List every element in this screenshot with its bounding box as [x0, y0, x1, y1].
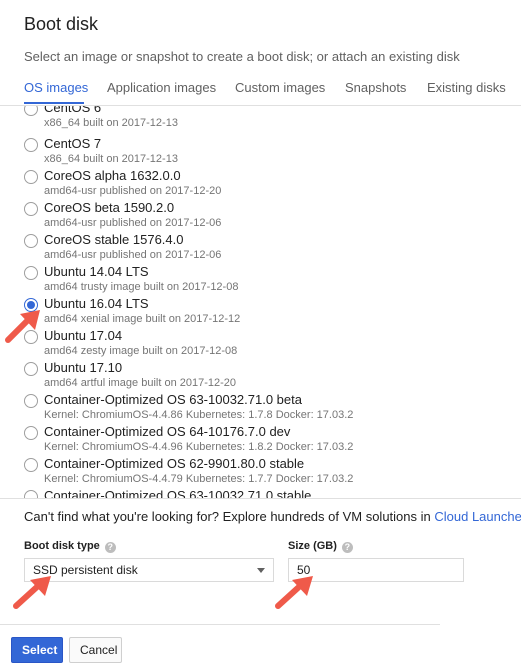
image-name: Container-Optimized OS 62-9901.80.0 stab… — [44, 456, 305, 471]
image-name: Ubuntu 14.04 LTS — [44, 264, 149, 279]
image-name: Container-Optimized OS 64-10176.7.0 dev — [44, 424, 291, 439]
launcher-hint: Can't find what you're looking for? Expl… — [24, 509, 521, 524]
radio-button[interactable] — [24, 138, 38, 152]
radio-button[interactable] — [24, 234, 38, 248]
list-item[interactable]: CentOS 7 x86_64 built on 2017-12-13 — [0, 136, 500, 168]
list-item[interactable]: Container-Optimized OS 62-9901.80.0 stab… — [0, 456, 500, 488]
list-item[interactable]: Container-Optimized OS 63-10032.71.0 bet… — [0, 392, 500, 424]
list-item[interactable]: Ubuntu 17.10 amd64 artful image built on… — [0, 360, 500, 392]
image-description: amd64 trusty image built on 2017-12-08 — [44, 281, 239, 293]
radio-button[interactable] — [24, 394, 38, 408]
annotation-arrow-icon — [5, 310, 40, 343]
list-divider — [0, 498, 521, 499]
help-icon[interactable]: ? — [341, 542, 353, 553]
active-tab-indicator — [24, 102, 84, 104]
size-gb-label-text: Size (GB) — [288, 540, 337, 552]
image-description: amd64 xenial image built on 2017-12-12 — [44, 313, 241, 325]
boot-disk-type-select[interactable]: SSD persistent disk — [24, 558, 274, 582]
image-description: x86_64 built on 2017-12-13 — [44, 153, 178, 165]
tab-snapshots[interactable]: Snapshots — [345, 80, 406, 95]
radio-button[interactable] — [24, 362, 38, 376]
image-name: Container-Optimized OS 63-10032.71.0 sta… — [44, 488, 312, 498]
list-item[interactable]: CoreOS beta 1590.2.0 amd64-usr published… — [0, 200, 500, 232]
radio-button[interactable] — [24, 202, 38, 216]
list-item[interactable]: CentOS 6 x86_64 built on 2017-12-13 — [0, 106, 500, 132]
image-description: Kernel: ChromiumOS-4.4.79 Kubernetes: 1.… — [44, 473, 354, 485]
image-name: Ubuntu 17.04 — [44, 328, 123, 343]
size-gb-label: Size (GB)? — [288, 540, 353, 553]
radio-button[interactable] — [24, 106, 38, 116]
radio-button[interactable] — [24, 426, 38, 440]
tab-os-images[interactable]: OS images — [24, 80, 88, 95]
image-name: Ubuntu 16.04 LTS — [44, 296, 149, 311]
tab-application-images[interactable]: Application images — [107, 80, 216, 95]
annotation-arrow-icon — [13, 576, 51, 609]
list-item[interactable]: Ubuntu 17.04 amd64 zesty image built on … — [0, 328, 500, 360]
image-name: Container-Optimized OS 63-10032.71.0 bet… — [44, 392, 302, 407]
tab-custom-images[interactable]: Custom images — [235, 80, 325, 95]
image-description: Kernel: ChromiumOS-4.4.86 Kubernetes: 1.… — [44, 409, 354, 421]
cancel-button[interactable]: Cancel — [69, 637, 122, 663]
list-item[interactable]: CoreOS alpha 1632.0.0 amd64-usr publishe… — [0, 168, 500, 200]
dropdown-arrow-icon — [257, 568, 265, 573]
image-source-tabs: OS images Application images Custom imag… — [0, 72, 521, 106]
radio-button[interactable] — [24, 490, 38, 498]
list-item[interactable]: Container-Optimized OS 63-10032.71.0 sta… — [0, 488, 500, 498]
image-description: amd64 artful image built on 2017-12-20 — [44, 377, 237, 389]
image-name: CoreOS beta 1590.2.0 — [44, 200, 175, 215]
image-name: CoreOS stable 1576.4.0 — [44, 232, 184, 247]
boot-disk-type-label-text: Boot disk type — [24, 540, 100, 552]
image-description: Kernel: ChromiumOS-4.4.96 Kubernetes: 1.… — [44, 441, 354, 453]
list-item[interactable]: CoreOS stable 1576.4.0 amd64-usr publish… — [0, 232, 500, 264]
image-name: CentOS 7 — [44, 136, 102, 151]
image-description: amd64-usr published on 2017-12-20 — [44, 185, 222, 197]
page-subtitle: Select an image or snapshot to create a … — [24, 49, 460, 64]
list-item[interactable]: Ubuntu 16.04 LTS amd64 xenial image buil… — [0, 296, 500, 328]
image-description: amd64-usr published on 2017-12-06 — [44, 217, 222, 229]
help-icon[interactable]: ? — [104, 542, 116, 553]
launcher-text: Can't find what you're looking for? Expl… — [24, 509, 431, 524]
radio-button[interactable] — [24, 170, 38, 184]
cloud-launcher-link[interactable]: Cloud Launcher — [434, 509, 521, 524]
image-description: amd64-usr published on 2017-12-06 — [44, 249, 222, 261]
os-image-list[interactable]: CentOS 6 x86_64 built on 2017-12-13 Cent… — [0, 106, 521, 498]
image-name: Ubuntu 17.10 — [44, 360, 123, 375]
footer-divider — [0, 624, 440, 625]
image-name: CoreOS alpha 1632.0.0 — [44, 168, 181, 183]
image-description: amd64 zesty image built on 2017-12-08 — [44, 345, 238, 357]
list-item[interactable]: Ubuntu 14.04 LTS amd64 trusty image buil… — [0, 264, 500, 296]
tab-existing-disks[interactable]: Existing disks — [427, 80, 506, 95]
page-title: Boot disk — [24, 14, 99, 34]
list-item[interactable]: Container-Optimized OS 64-10176.7.0 dev … — [0, 424, 500, 456]
radio-button[interactable] — [24, 458, 38, 472]
boot-disk-type-label: Boot disk type? — [24, 540, 116, 553]
image-name: CentOS 6 — [44, 106, 102, 115]
image-description: x86_64 built on 2017-12-13 — [44, 117, 178, 129]
annotation-arrow-icon — [275, 576, 313, 609]
select-button[interactable]: Select — [11, 637, 63, 663]
radio-button[interactable] — [24, 266, 38, 280]
